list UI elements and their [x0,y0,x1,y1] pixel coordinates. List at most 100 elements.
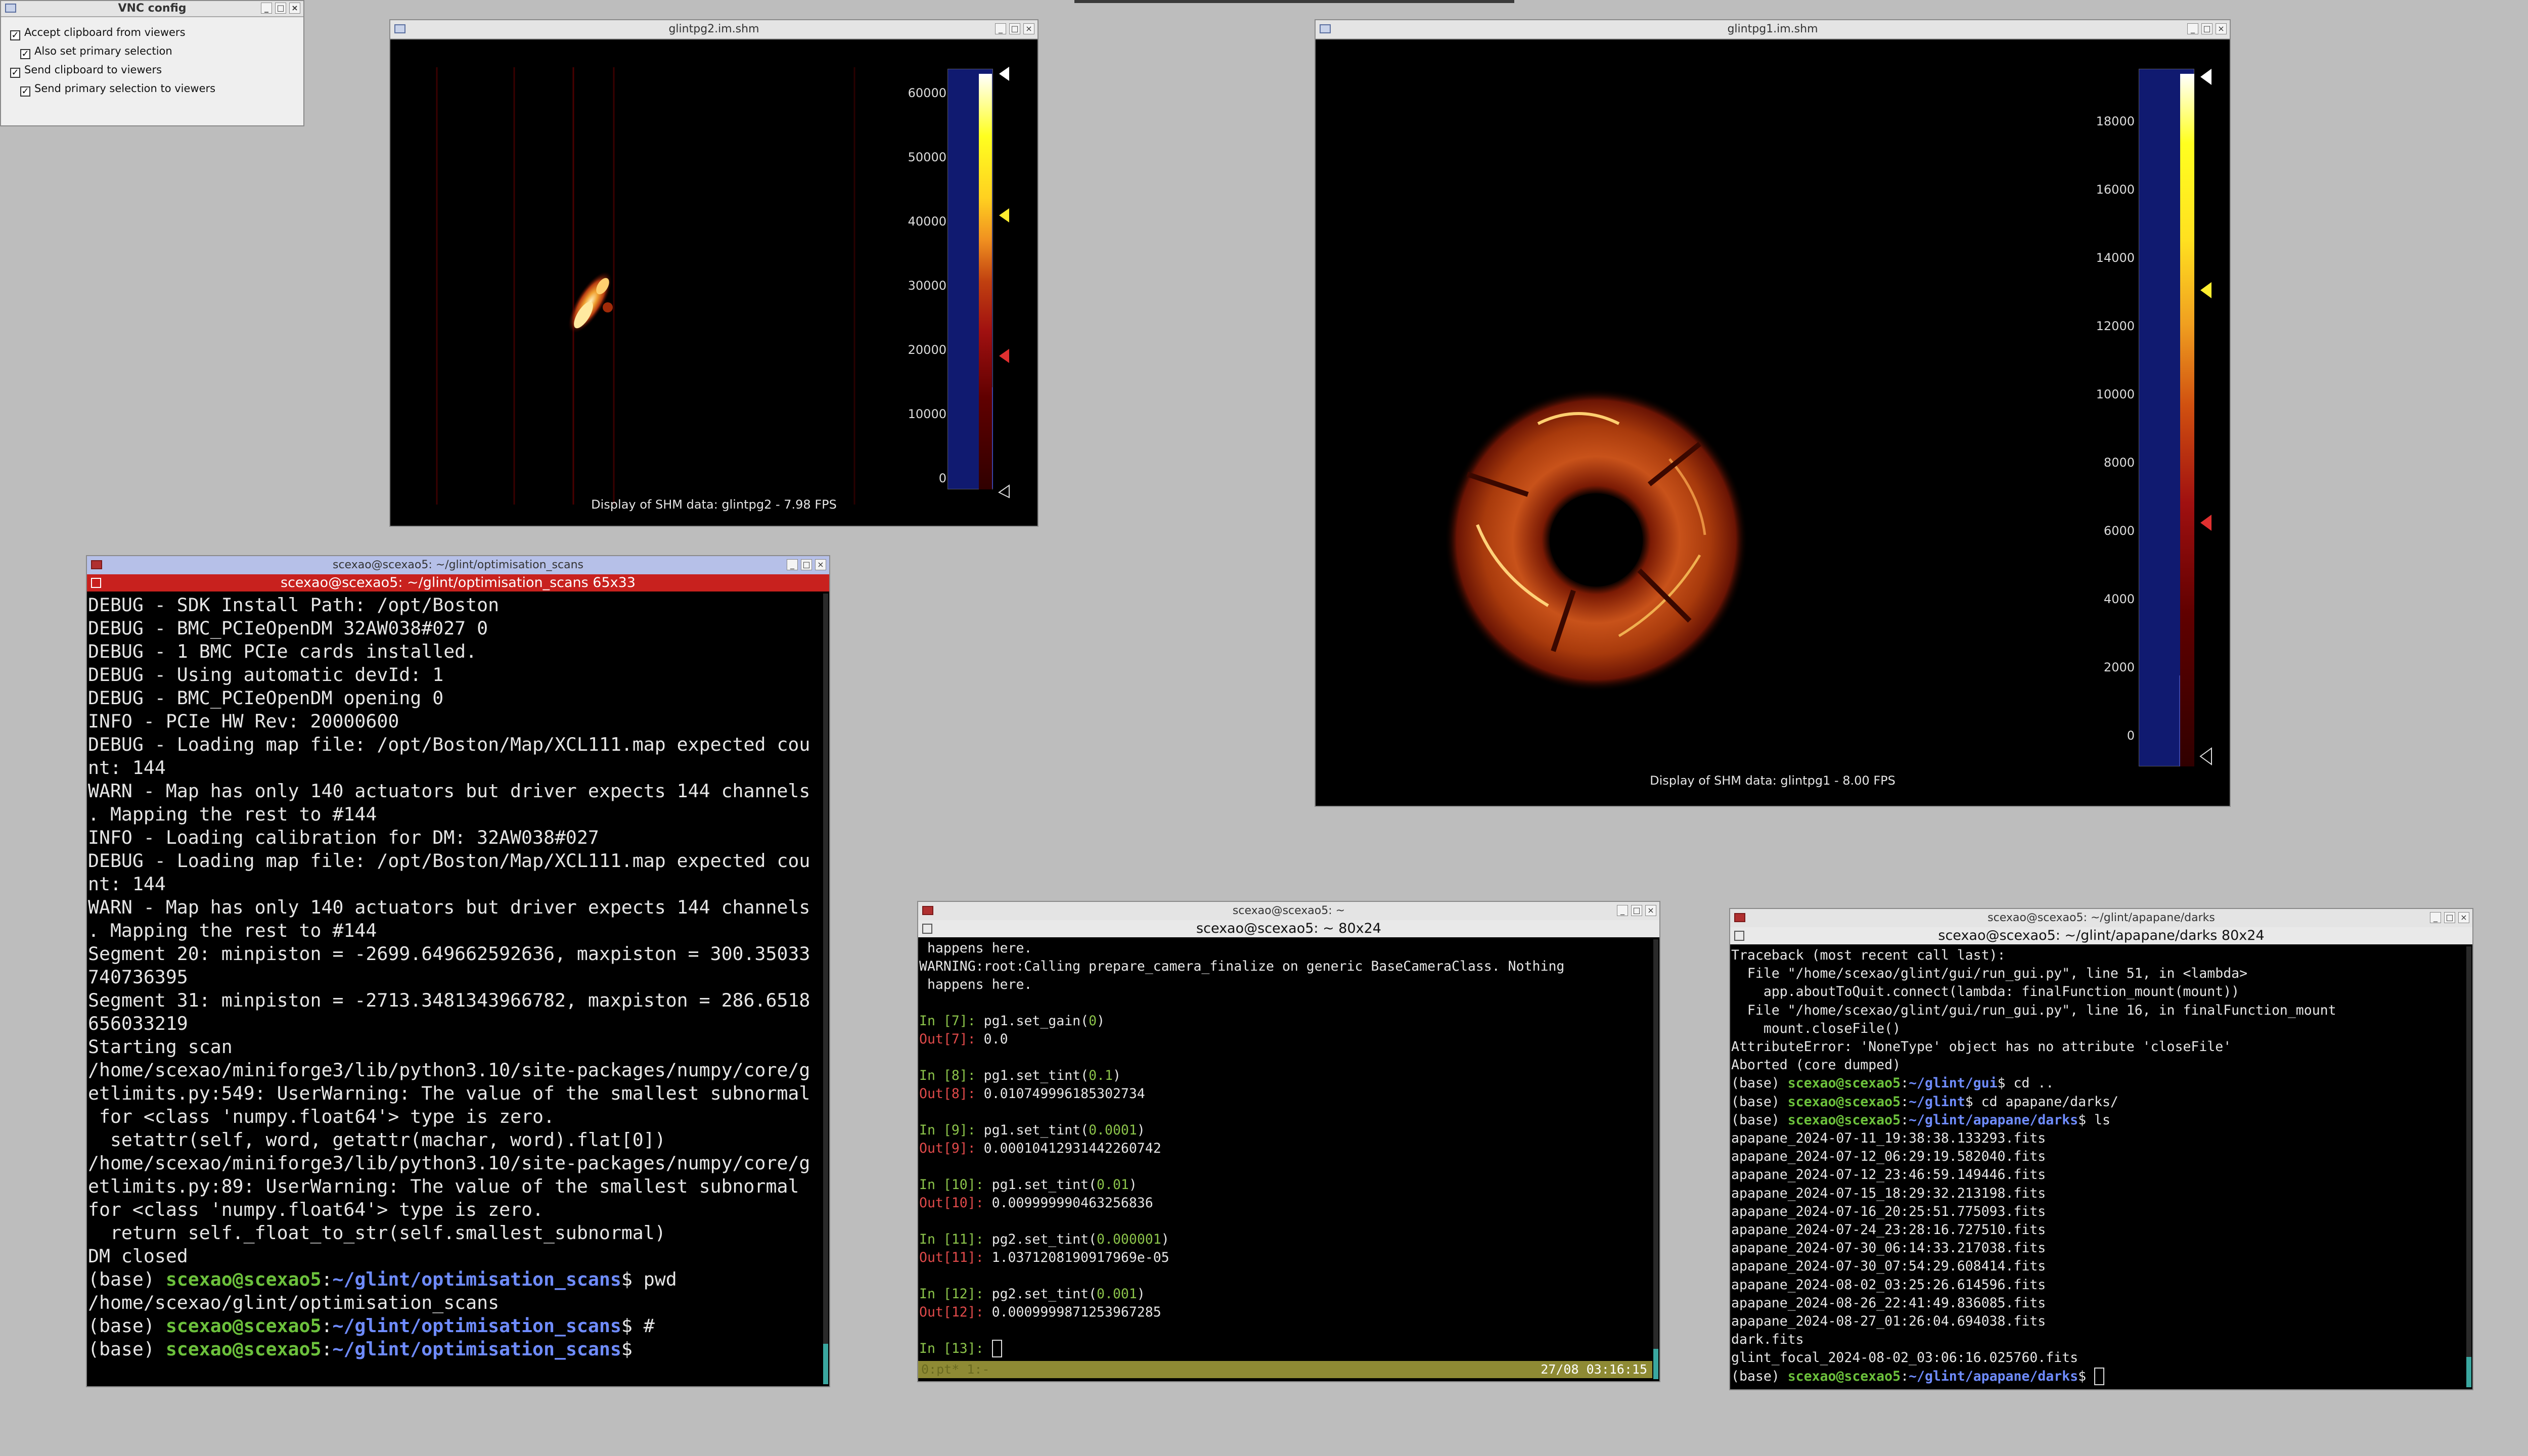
file-entry: apapane_2024-07-15_18:29:32.213198.fits [1731,1185,2046,1201]
prompt-separator: : [321,1315,333,1337]
prompt-symbol: $ [621,1315,633,1337]
in-prompt-end: ]: [959,1013,984,1029]
conda-env: (base) [1731,1112,1788,1128]
glintpg2-tick-labels: 60000 50000 40000 30000 20000 10000 0 [901,69,946,489]
prompt-user: scexao@scexao5 [1787,1094,1901,1110]
scrollbar-thumb[interactable] [2466,1357,2471,1387]
terminal-line: Aborted (core dumped) [1731,1057,1901,1073]
maximize-icon[interactable]: □ [1009,23,1020,34]
checkbox-icon[interactable]: ✓ [20,49,30,59]
window-menu-icon[interactable] [1320,24,1331,33]
mid-level-handle[interactable] [999,208,1009,222]
terminal-line: File "/home/scexao/glint/gui/run_gui.py"… [1731,966,2248,982]
terminal-line: /home/scexao/miniforge3/lib/python3.10/s… [88,1059,810,1081]
ipython-input-line: In [10]: pg1.set_tint(0.01) [919,1176,1652,1194]
terminal-line: nt: 144 [88,873,166,895]
tick-label: 4000 [2103,592,2135,606]
minimize-icon[interactable]: _ [2430,912,2441,923]
out-number: 10 [951,1195,968,1211]
maximize-icon[interactable]: □ [2201,23,2213,34]
window-menu-icon[interactable] [1734,913,1745,922]
min-level-handle[interactable] [998,484,1010,498]
terminal3-output[interactable]: Traceback (most recent call last): File … [1731,946,2465,1387]
terminal-icon [91,578,101,588]
terminal2-scrollbar[interactable] [1653,939,1658,1379]
close-icon[interactable]: × [1023,23,1034,34]
checkbox-icon[interactable]: ✓ [20,86,30,97]
tmux-windows: 0:pt* 1:- [921,1362,990,1377]
vnc-option-send-primary[interactable]: ✓ Send primary selection to viewers [20,82,215,97]
code-paren: ) [1161,1232,1169,1247]
window-menu-icon[interactable] [394,24,405,33]
ipython-input-line: In [12]: pg2.set_tint(0.001) [919,1285,1652,1303]
terminal-optimisation-scans[interactable]: scexao@scexao5: ~/glint/optimisation_sca… [86,555,830,1387]
minimize-icon[interactable]: _ [995,23,1006,34]
vnc-option-accept-clipboard[interactable]: ✓ Accept clipboard from viewers [10,26,186,40]
tick-label: 60000 [908,86,946,100]
scrollbar-thumb[interactable] [823,1344,828,1384]
glintpg2-titlebar[interactable]: glintpg2.im.shm _ □ × [390,20,1037,39]
minimize-icon[interactable]: _ [1617,905,1628,916]
terminal-line: (base) scexao@scexao5:~/glint/apapane/da… [1731,1111,2465,1129]
tick-label: 40000 [908,214,946,229]
terminal3-title: scexao@scexao5: ~/glint/apapane/darks [1988,912,2215,924]
window-menu-icon[interactable] [5,4,16,13]
maximize-icon[interactable]: □ [801,559,812,570]
code-paren: ) [1097,1013,1105,1029]
minimize-icon[interactable]: _ [2187,23,2198,34]
prompt-user: scexao@scexao5 [165,1338,322,1360]
max-level-handle[interactable] [2200,69,2211,85]
checkbox-icon[interactable]: ✓ [10,30,20,40]
terminal1-scrollbar[interactable] [823,594,828,1384]
terminal2-output[interactable]: happens here. WARNING:root:Calling prepar… [919,939,1652,1359]
maximize-icon[interactable]: □ [275,3,286,14]
terminal-apapane-darks[interactable]: scexao@scexao5: ~/glint/apapane/darks _ … [1729,908,2473,1390]
glintpg2-level-handles[interactable] [993,64,1018,498]
in-number: 12 [951,1286,968,1302]
code-call: pg1.set_gain( [983,1013,1089,1029]
close-icon[interactable]: × [289,3,300,14]
out-prompt-end: ]: [967,1304,992,1320]
terminal2-titlebar[interactable]: scexao@scexao5: ~ _ □ × [918,902,1659,921]
window-menu-icon[interactable] [91,560,102,569]
low-level-handle[interactable] [2200,515,2211,531]
maximize-icon[interactable]: □ [2444,912,2455,923]
code-arg: 0.01 [1097,1177,1129,1193]
scrollbar-thumb[interactable] [1653,1349,1658,1379]
terminal1-titlebar[interactable]: scexao@scexao5: ~/glint/optimisation_sca… [87,556,829,575]
vnc-option-set-primary[interactable]: ✓ Also set primary selection [20,45,172,59]
command-text: # [632,1315,655,1337]
minimize-icon[interactable]: _ [261,3,272,14]
minimize-icon[interactable]: _ [787,559,798,570]
prompt-symbol: $ [2078,1112,2087,1128]
max-level-handle[interactable] [999,67,1009,81]
maximize-icon[interactable]: □ [1631,905,1642,916]
file-entry: glint_focal_2024-08-02_03:06:16.025760.f… [1731,1350,2079,1366]
glintpg1-colorbar [2139,69,2194,766]
command-text: ls [2086,1112,2110,1128]
terminal-line: INFO - PCIe HW Rev: 20000600 [88,710,399,732]
tick-label: 30000 [908,279,946,293]
checkbox-icon[interactable]: ✓ [10,68,20,78]
terminal-ipython[interactable]: scexao@scexao5: ~ _ □ × scexao@scexao5: … [917,901,1660,1382]
colorbar-gradient [2180,74,2194,766]
tick-label: 16000 [2096,183,2135,197]
close-icon[interactable]: × [2216,23,2227,34]
glintpg1-level-handles[interactable] [2194,64,2225,777]
window-menu-icon[interactable] [922,906,933,915]
code-arg: 0 [1089,1013,1097,1029]
terminal-line: DEBUG - BMC_PCIeOpenDM opening 0 [88,687,444,709]
terminal3-scrollbar[interactable] [2466,946,2471,1387]
close-icon[interactable]: × [815,559,826,570]
glintpg1-titlebar[interactable]: glintpg1.im.shm _ □ × [1316,20,2230,39]
mid-level-handle[interactable] [2200,282,2211,298]
terminal3-titlebar[interactable]: scexao@scexao5: ~/glint/apapane/darks _ … [1730,909,2472,928]
vnc-option-send-clipboard[interactable]: ✓ Send clipboard to viewers [10,64,162,78]
close-icon[interactable]: × [2458,912,2469,923]
min-level-handle[interactable] [2199,747,2212,765]
close-icon[interactable]: × [1645,905,1656,916]
terminal1-output[interactable]: DEBUG - SDK Install Path: /opt/Boston DEB… [88,594,822,1384]
low-level-handle[interactable] [999,349,1009,363]
vnc-titlebar[interactable]: VNC config _ □ × [1,1,303,17]
